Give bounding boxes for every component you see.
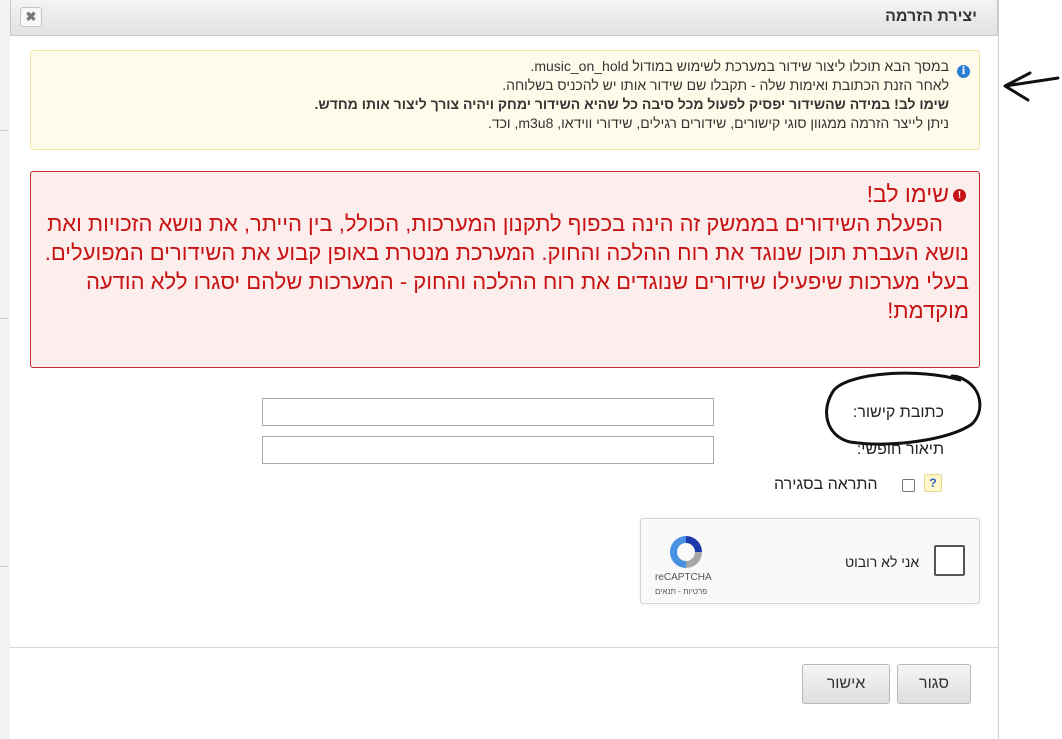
info-icon: i <box>957 65 970 78</box>
info-line: לאחר הזנת הכתובת ואימות שלה - תקבלו שם ש… <box>502 77 949 93</box>
footer-divider <box>10 647 998 648</box>
recaptcha-label: אני לא רובוט <box>845 554 920 570</box>
create-stream-dialog: ✖ יצירת הזרמה i במסך הבא תוכלו ליצור שיד… <box>10 0 999 739</box>
legal-alert: ! שימו לב! הפעלת השידורים בממשק זה הינה … <box>30 171 980 368</box>
help-icon[interactable]: ? <box>924 474 942 492</box>
dialog-title: יצירת הזרמה <box>885 8 977 25</box>
backdrop-divider <box>0 130 8 131</box>
close-icon[interactable]: ✖ <box>20 7 42 27</box>
info-line: במסך הבא תוכלו ליצור שידור במערכת לשימוש… <box>530 58 949 74</box>
recaptcha-brand: reCAPTCHA <box>655 572 712 583</box>
description-input[interactable] <box>262 436 714 464</box>
info-line: ניתן לייצר הזרמה ממגוון סוגי קישורים, שי… <box>487 115 949 131</box>
recaptcha-widget: אני לא רובוט reCAPTCHA פרטיות - תנאים <box>640 518 980 604</box>
recaptcha-logo-icon <box>670 536 702 568</box>
recaptcha-checkbox[interactable] <box>934 545 965 576</box>
description-label: תיאור חופשי: <box>856 441 944 458</box>
notify-on-close-checkbox[interactable] <box>902 479 915 492</box>
url-input[interactable] <box>262 398 714 426</box>
info-warning-line: שימו לב! במידה שהשידור יפסיק לפעול מכל ס… <box>314 96 949 112</box>
info-notice: i במסך הבא תוכלו ליצור שידור במערכת לשימ… <box>30 50 980 150</box>
confirm-button[interactable]: אישור <box>802 664 890 704</box>
notify-on-close-label: התראה בסגירה <box>774 476 878 493</box>
close-button[interactable]: סגור <box>897 664 971 704</box>
alert-body: הפעלת השידורים בממשק זה הינה בכפוף לתקנו… <box>44 211 969 323</box>
alert-title: שימו לב! <box>866 181 949 207</box>
backdrop-divider <box>0 318 8 319</box>
dialog-titlebar: ✖ יצירת הזרמה <box>10 0 998 36</box>
url-label: כתובת קישור: <box>852 404 944 421</box>
alert-icon: ! <box>953 189 966 202</box>
hand-drawn-arrow-icon <box>1003 71 1060 102</box>
backdrop-divider <box>0 566 8 567</box>
recaptcha-links[interactable]: פרטיות - תנאים <box>655 587 707 596</box>
